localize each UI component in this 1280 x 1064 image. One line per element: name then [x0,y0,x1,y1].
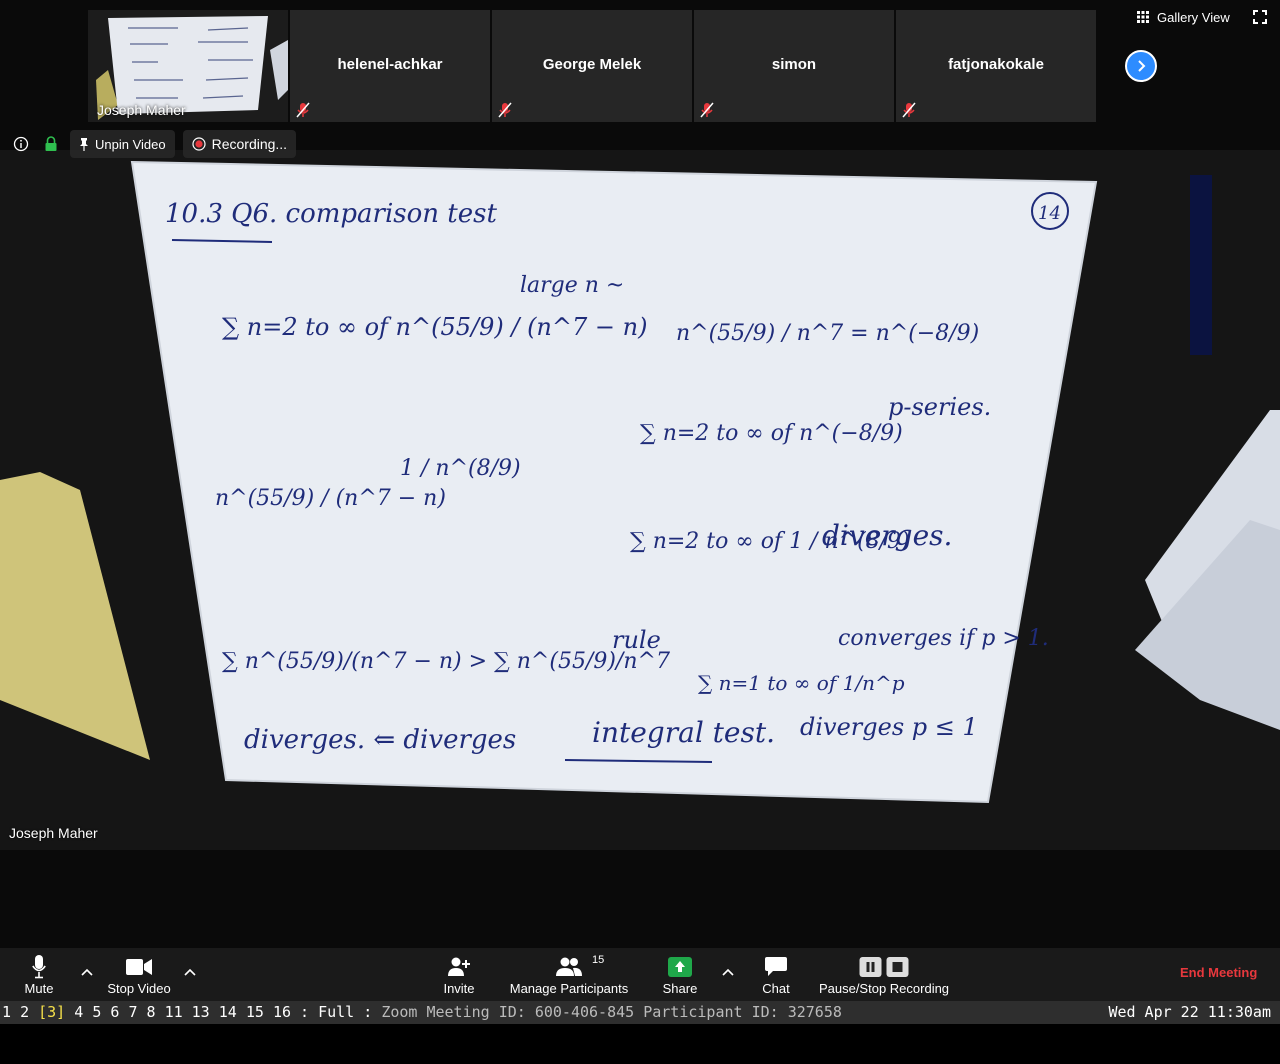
workspace-list: 1 2 [3] 4 5 6 7 8 11 13 14 15 16 : Full … [2,1002,842,1023]
video-camera-icon [126,959,152,975]
participants-count-badge: 15 [592,954,605,966]
muted-mic-icon [697,100,717,120]
chat-label: Chat [762,981,790,996]
wb-line-0: ∑ n=2 to ∞ of n^(55/9) / (n^7 − n) [222,313,647,341]
share-options-caret-icon[interactable] [721,966,735,980]
participant-name: simon [771,56,817,73]
participant-tile[interactable]: simon [694,10,894,122]
wb-line-1: large n ~ [520,273,624,298]
workspace-14[interactable]: 14 [219,1003,237,1021]
next-page-button[interactable] [1125,50,1157,82]
workspace-11[interactable]: 11 [165,1003,183,1021]
pause-stop-label: Pause/Stop Recording [818,981,950,996]
window-title: Zoom Meeting ID: 600-406-845 Participant… [381,1003,842,1021]
wb-line-9: ∑ n^(55/9)/(n^7 − n) > ∑ n^(55/9)/n^7 [222,649,670,674]
pause-icon[interactable] [859,957,882,977]
mute-button[interactable]: Mute [14,948,64,1001]
wb-line-4: p-series. [888,393,991,421]
chevron-right-icon [1138,60,1146,72]
recording-label: Recording... [211,136,288,152]
workspace-5[interactable]: 5 [92,1003,101,1021]
workspace-1[interactable]: 1 [2,1003,11,1021]
participant-name: helenel-achkar [337,56,443,73]
muted-mic-icon [495,100,515,120]
wb-line-2: n^(55/9) / n^7 = n^(−8/9) [676,321,979,346]
end-meeting-button[interactable]: End Meeting [1180,965,1257,980]
workspace-13[interactable]: 13 [192,1003,210,1021]
workspace-15[interactable]: 15 [246,1003,264,1021]
invite-label: Invite [443,981,475,996]
gallery-strip: Joseph Maher helenel-achkar George Melek… [0,0,1280,124]
chat-button[interactable]: Chat [752,948,800,1001]
mute-label: Mute [24,981,54,996]
wb-line-11: ∑ n=1 to ∞ of 1/n^p [698,671,905,695]
participants-icon [556,957,582,976]
info-icon[interactable] [10,133,32,155]
stop-video-label: Stop Video [107,981,171,996]
speaker-name-label: Joseph Maher [9,825,98,841]
lock-icon[interactable] [40,133,62,155]
stop-icon[interactable] [886,957,909,977]
whiteboard [130,160,1098,804]
share-label: Share [662,981,698,996]
wb-line-5: n^(55/9) / (n^7 − n) [215,486,446,511]
microphone-icon [32,955,46,979]
self-name-label: Joseph Maher [97,102,186,118]
workspace-3[interactable]: [3] [38,1003,65,1021]
wb-line-12: converges if p > 1. [838,626,1049,651]
window-manager-status-bar: 1 2 [3] 4 5 6 7 8 11 13 14 15 16 : Full … [0,1001,1280,1024]
layout-mode: : Full : [300,1003,382,1021]
workspace-16[interactable]: 16 [273,1003,291,1021]
recording-dot-icon [191,137,206,151]
manage-participants-button[interactable]: 15 Manage Participants [506,948,632,1001]
participant-name: George Melek [542,56,642,73]
wb-title: 10.3 Q6. comparison test [165,199,497,229]
participant-tile[interactable]: George Melek [492,10,692,122]
gallery-view-button[interactable]: Gallery View [1137,8,1230,26]
wb-line-8: diverges. [822,519,952,552]
meeting-toolbar: Mute Stop Video Invite 15 Manage Partici… [0,948,1280,1001]
stop-video-button[interactable]: Stop Video [100,948,178,1001]
participant-name: fatjonakokale [948,56,1044,73]
participant-tile[interactable]: fatjonakokale [896,10,1096,122]
blue-pen [1190,175,1212,355]
clock: Wed Apr 22 11:30am [1108,1003,1271,1021]
workspace-7[interactable]: 7 [128,1003,137,1021]
pin-icon [80,138,88,151]
wb-line-14: integral test. [592,716,775,749]
muted-mic-icon [293,100,313,120]
meeting-info-bar: Unpin Video Recording... [10,129,297,159]
unpin-video-button[interactable]: Unpin Video [70,130,175,158]
wb-line-10: rule [612,626,661,654]
audio-options-caret-icon[interactable] [80,966,94,980]
gallery-view-label: Gallery View [1157,9,1230,25]
unpin-video-label: Unpin Video [95,136,166,152]
share-screen-icon [668,957,692,977]
pause-stop-recording-button[interactable]: Pause/Stop Recording [816,948,952,1001]
participant-tile[interactable]: helenel-achkar [290,10,490,122]
grid-icon [1137,11,1149,23]
manage-participants-label: Manage Participants [509,981,629,996]
wb-line-3: ∑ n=2 to ∞ of n^(−8/9) [640,421,903,446]
add-user-icon [448,957,470,976]
chat-icon [765,957,787,976]
fullscreen-icon[interactable] [1253,10,1267,24]
muted-mic-icon [899,100,919,120]
workspace-8[interactable]: 8 [147,1003,156,1021]
wb-line-15: diverges p ≤ 1 [800,713,978,741]
invite-button[interactable]: Invite [434,948,484,1001]
workspace-4[interactable]: 4 [74,1003,83,1021]
workspace-2[interactable]: 2 [20,1003,29,1021]
recording-indicator[interactable]: Recording... [182,130,297,158]
workspace-6[interactable]: 6 [110,1003,119,1021]
wb-line-13: diverges. ⇐ diverges [244,725,516,755]
share-screen-button[interactable]: Share [655,948,705,1001]
video-options-caret-icon[interactable] [183,966,197,980]
wb-page-number: 14 [1038,203,1061,224]
wb-line-6: 1 / n^(8/9) [400,456,521,481]
